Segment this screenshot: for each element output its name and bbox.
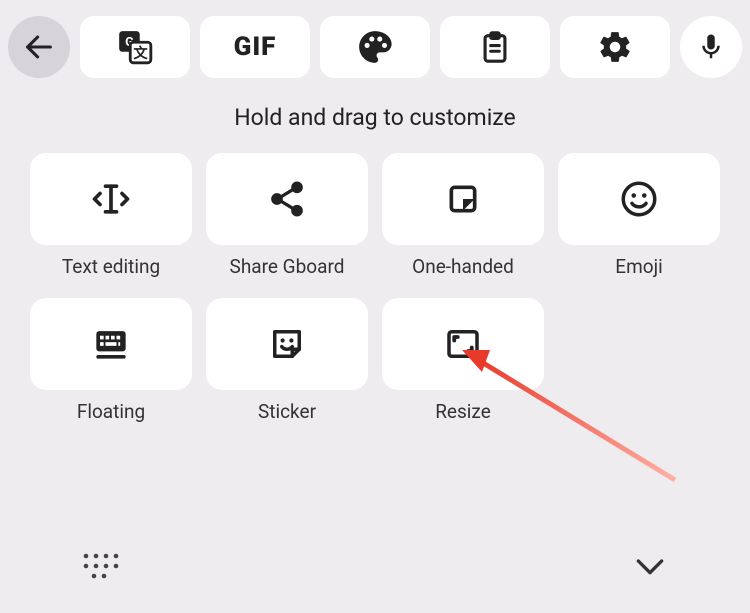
arrow-left-icon (22, 30, 56, 64)
gif-button[interactable]: GIF (200, 16, 310, 78)
back-button[interactable] (8, 16, 70, 78)
share-icon (267, 179, 307, 219)
floating-tile[interactable]: Floating (30, 298, 192, 429)
emoji-tile[interactable]: Emoji (558, 153, 720, 284)
chevron-down-icon (630, 546, 670, 586)
theme-button[interactable] (320, 16, 430, 78)
sticker-tile[interactable]: Sticker (206, 298, 368, 429)
text-editing-tile[interactable]: Text editing (30, 153, 192, 284)
resize-label: Resize (435, 400, 491, 423)
grid-dots-icon (80, 550, 124, 582)
keyboard-grip-button[interactable] (80, 550, 124, 586)
emoji-icon (618, 178, 660, 220)
clipboard-button[interactable] (440, 16, 550, 78)
emoji-label: Emoji (615, 255, 662, 278)
one-handed-label: One-handed (412, 255, 514, 278)
text-editing-icon (89, 177, 133, 221)
settings-button[interactable] (560, 16, 670, 78)
clipboard-icon (478, 30, 512, 64)
share-gboard-tile[interactable]: Share Gboard (206, 153, 368, 284)
instruction-text: Hold and drag to customize (0, 104, 750, 131)
customize-grid: Text editing Share Gboard One-handed (0, 153, 750, 429)
text-editing-label: Text editing (62, 255, 160, 278)
toolbar: G 文 GIF (0, 0, 750, 86)
resize-icon (442, 323, 484, 365)
translate-icon: G 文 (116, 28, 154, 66)
sticker-label: Sticker (258, 400, 316, 423)
one-handed-icon (443, 179, 483, 219)
bottom-bar (0, 523, 750, 613)
palette-icon (356, 28, 394, 66)
sticker-icon (266, 323, 308, 365)
gear-icon (597, 29, 633, 65)
mic-button[interactable] (680, 16, 742, 78)
floating-keyboard-icon (89, 322, 133, 366)
resize-tile[interactable]: Resize (382, 298, 544, 429)
floating-label: Floating (77, 400, 145, 423)
one-handed-tile[interactable]: One-handed (382, 153, 544, 284)
gif-icon: GIF (234, 32, 277, 62)
share-gboard-label: Share Gboard (230, 255, 345, 278)
mic-icon (696, 32, 726, 62)
collapse-button[interactable] (630, 546, 670, 590)
translate-button[interactable]: G 文 (80, 16, 190, 78)
svg-text:文: 文 (133, 44, 148, 62)
